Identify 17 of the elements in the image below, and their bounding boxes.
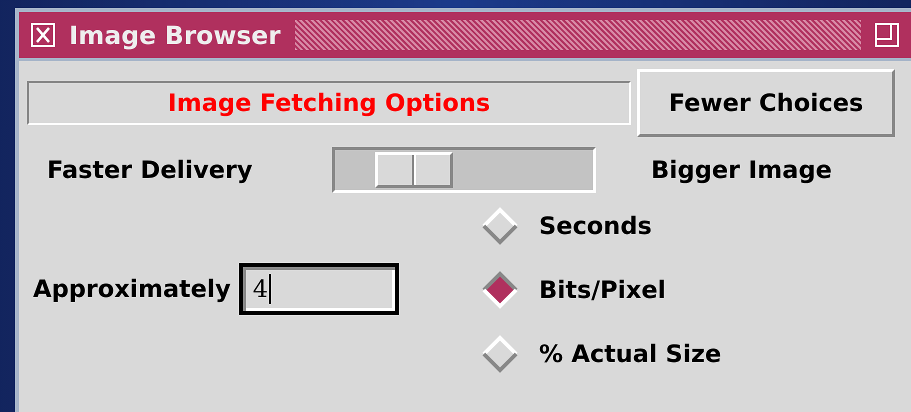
radio-label: Seconds <box>539 212 652 240</box>
window-title: Image Browser <box>69 20 281 50</box>
fewer-choices-button[interactable]: Fewer Choices <box>637 69 895 137</box>
slider-label: Faster Delivery <box>47 156 254 184</box>
radio-label: % Actual Size <box>539 340 722 368</box>
radio-label: Bits/Pixel <box>539 276 666 304</box>
radio-button[interactable] <box>481 335 519 373</box>
close-icon[interactable] <box>31 23 55 47</box>
slider-label: Bigger Image <box>651 156 832 184</box>
slider-thumb[interactable] <box>374 152 453 188</box>
section-heading: Image Fetching Options <box>27 81 631 125</box>
radio-button[interactable] <box>481 271 519 309</box>
radio-button[interactable] <box>481 207 519 245</box>
field-label: Approximately <box>33 275 231 303</box>
slider-track[interactable] <box>332 147 596 193</box>
input-field[interactable]: 4 <box>238 263 399 315</box>
maximize-icon[interactable] <box>875 23 899 47</box>
